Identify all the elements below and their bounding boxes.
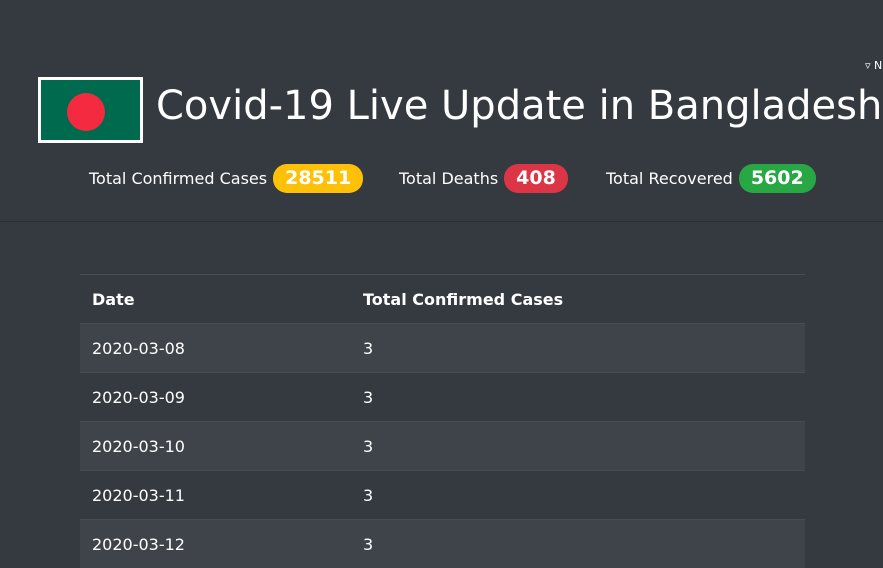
cell-date: 2020-03-12 [80, 520, 351, 568]
header-banner: ▿ N Covid-19 Live Update in Bangladesh T… [0, 0, 883, 222]
stat-deaths-badge: 408 [504, 164, 568, 193]
cell-confirmed: 3 [351, 520, 805, 568]
column-header-confirmed: Total Confirmed Cases [351, 275, 805, 324]
table-row: 2020-03-08 3 [80, 324, 805, 373]
cases-table-container: Date Total Confirmed Cases 2020-03-08 3 … [80, 274, 805, 568]
corner-menu-toggle[interactable]: ▿ N [865, 59, 882, 72]
stat-deaths-label: Total Deaths [399, 169, 498, 188]
cases-table: Date Total Confirmed Cases 2020-03-08 3 … [80, 274, 805, 568]
table-row: 2020-03-11 3 [80, 471, 805, 520]
stat-recovered: Total Recovered 5602 [606, 164, 816, 193]
table-row: 2020-03-10 3 [80, 422, 805, 471]
cell-confirmed: 3 [351, 373, 805, 422]
cell-date: 2020-03-09 [80, 373, 351, 422]
cell-confirmed: 3 [351, 324, 805, 373]
table-header-row: Date Total Confirmed Cases [80, 275, 805, 324]
cell-date: 2020-03-11 [80, 471, 351, 520]
stat-confirmed-badge: 28511 [273, 164, 363, 193]
table-row: 2020-03-09 3 [80, 373, 805, 422]
column-header-date: Date [80, 275, 351, 324]
flag-red-disc [67, 93, 105, 131]
flag-green-field [41, 80, 140, 140]
cell-date: 2020-03-10 [80, 422, 351, 471]
stat-confirmed-label: Total Confirmed Cases [89, 169, 267, 188]
cell-confirmed: 3 [351, 471, 805, 520]
stat-deaths: Total Deaths 408 [399, 164, 568, 193]
bangladesh-flag-icon [38, 77, 143, 143]
cell-confirmed: 3 [351, 422, 805, 471]
page-title: Covid-19 Live Update in Bangladesh [156, 80, 882, 132]
stat-recovered-label: Total Recovered [606, 169, 733, 188]
table-row: 2020-03-12 3 [80, 520, 805, 568]
stat-confirmed: Total Confirmed Cases 28511 [89, 164, 363, 193]
cell-date: 2020-03-08 [80, 324, 351, 373]
stat-recovered-badge: 5602 [739, 164, 816, 193]
